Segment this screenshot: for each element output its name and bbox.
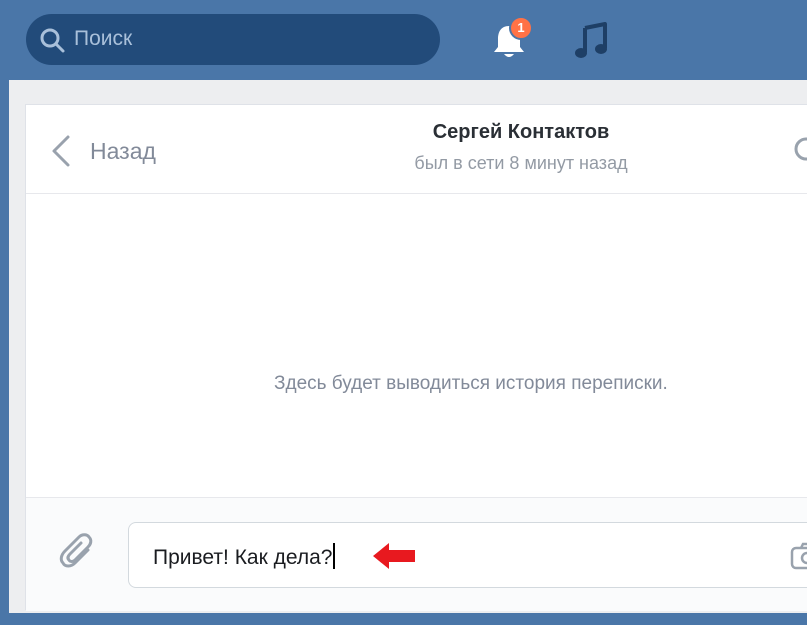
back-button[interactable]: Назад — [50, 133, 156, 169]
message-input-value[interactable]: Привет! Как дела? — [153, 543, 336, 570]
back-label: Назад — [90, 137, 156, 164]
arrow-annotation-icon — [373, 543, 415, 569]
attach-icon[interactable] — [58, 532, 98, 576]
message-history: Здесь будет выводиться история переписки… — [26, 193, 807, 497]
top-navigation-bar: 1 — [0, 0, 807, 80]
music-icon[interactable] — [573, 22, 609, 60]
dialog-header: Назад Сергей Контактов был в сети 8 мину… — [26, 105, 807, 194]
message-input[interactable]: Привет! Как дела? — [128, 522, 807, 588]
text-caret — [333, 543, 336, 569]
search-input[interactable] — [74, 22, 414, 56]
search-bar[interactable] — [26, 14, 440, 65]
page-area: Назад Сергей Контактов был в сети 8 мину… — [9, 80, 807, 613]
peer-status: был в сети 8 минут назад — [414, 153, 628, 173]
search-icon — [40, 28, 65, 53]
dialog-panel: Назад Сергей Контактов был в сети 8 мину… — [25, 104, 807, 611]
chevron-left-icon — [52, 135, 70, 167]
notification-badge: 1 — [509, 16, 533, 40]
message-composer: Привет! Как дела? — [26, 497, 807, 611]
dialog-actions-icon[interactable] — [794, 135, 807, 163]
camera-icon[interactable] — [789, 541, 807, 571]
peer-name[interactable]: Сергей Контактов — [326, 121, 716, 144]
empty-history-text: Здесь будет выводиться история переписки… — [274, 373, 668, 394]
